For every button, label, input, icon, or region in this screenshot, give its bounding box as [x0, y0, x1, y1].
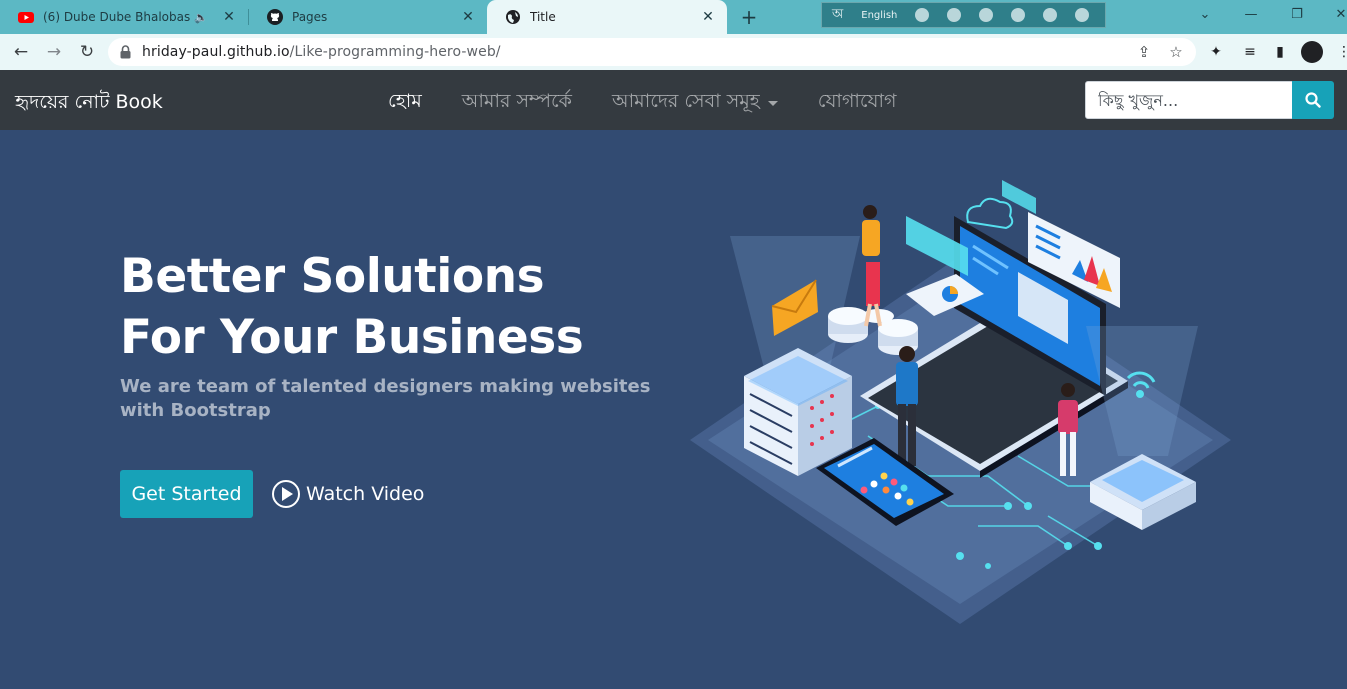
trophy-icon[interactable]: [947, 8, 962, 22]
browser-tab-title[interactable]: Title ✕: [487, 0, 727, 34]
back-arrow-icon[interactable]: ←: [9, 40, 33, 64]
url-host: hriday-paul.github.io: [142, 44, 290, 60]
url-text[interactable]: hriday-paul.github.io/Like-programming-h…: [142, 44, 501, 60]
close-tab-icon[interactable]: ✕: [459, 9, 477, 25]
nav-link-about[interactable]: আমার সম্পর্কে: [462, 87, 572, 119]
tab-search-chevron-icon[interactable]: ⌄: [1182, 0, 1228, 30]
bengali-letter-icon: অ: [832, 6, 844, 22]
side-panel-icon[interactable]: ▮: [1270, 42, 1290, 62]
globe-icon: [506, 10, 520, 24]
search-icon: [1305, 92, 1321, 108]
search-button[interactable]: [1292, 81, 1334, 119]
nav-link-label: আমাদের সেবা সমূহ: [611, 90, 760, 112]
site-brand[interactable]: হৃদয়ের নোট Book: [15, 88, 163, 120]
hero-subtitle: We are team of talented designers making…: [120, 376, 651, 421]
woman-figure-top: [862, 205, 882, 327]
nav-link-services[interactable]: আমাদের সেবা সমূহ: [612, 87, 778, 119]
hero-section: Better Solutions For Your Business We ar…: [0, 130, 1347, 689]
nav-link-home[interactable]: হোম: [388, 87, 422, 119]
browser-toolbar: ← → ↻ hriday-paul.github.io/Like-program…: [0, 34, 1347, 70]
site-navbar: হৃদয়ের নোট Book হোম আমার সম্পর্কে আমাদে…: [0, 70, 1347, 130]
nav-link-label: যোগাযোগ: [817, 90, 897, 112]
browser-tab-youtube[interactable]: (6) Dube Dube Bhalobasi | sl 🔈 ✕: [0, 0, 248, 34]
help-icon[interactable]: [1043, 8, 1058, 22]
nav-link-label: হোম: [388, 90, 422, 112]
nav-link-label: আমার সম্পর্কে: [461, 90, 572, 112]
nav-links: হোম আমার সম্পর্কে আমাদের সেবা সমূহ যোগায…: [388, 87, 936, 119]
tab-title: (6) Dube Dube Bhalobasi | sl: [43, 10, 191, 24]
play-circle-icon: [272, 480, 300, 508]
minimize-window-button[interactable]: —: [1228, 0, 1274, 30]
hero-illustration: [690, 180, 1231, 624]
profile-avatar[interactable]: [1301, 41, 1323, 63]
browser-icon[interactable]: [1011, 8, 1026, 22]
gear-icon[interactable]: [979, 8, 994, 22]
more-menu-icon[interactable]: ⋮: [1334, 42, 1347, 62]
browser-tab-strip: (6) Dube Dube Bhalobasi | sl 🔈 ✕ Pages ✕…: [0, 0, 1347, 34]
new-tab-button[interactable]: +: [737, 5, 761, 29]
media-controls-icon[interactable]: ≡: [1240, 42, 1260, 62]
hero-title: Better Solutions For Your Business: [120, 249, 584, 365]
bookmark-star-icon[interactable]: ☆: [1166, 43, 1186, 61]
language-label[interactable]: English: [861, 10, 897, 21]
watch-video-button[interactable]: Watch Video: [272, 480, 424, 508]
watch-video-label: Watch Video: [306, 483, 425, 505]
lock-icon[interactable]: [120, 45, 131, 59]
floating-small-panel: [1002, 180, 1036, 214]
keyboard-icon[interactable]: [915, 8, 930, 22]
get-started-button[interactable]: Get Started: [120, 470, 253, 518]
search-input[interactable]: [1085, 81, 1293, 119]
youtube-icon: [18, 12, 34, 23]
browser-tab-pages[interactable]: Pages ✕: [249, 0, 487, 34]
close-tab-icon[interactable]: ✕: [220, 9, 238, 25]
info-icon[interactable]: [1075, 8, 1090, 22]
url-path: /Like-programming-hero-web/: [289, 44, 501, 60]
tab-title: Pages: [292, 10, 328, 24]
speaker-mute-icon[interactable]: 🔈: [194, 11, 208, 24]
tab-title: Title: [530, 10, 556, 24]
share-icon[interactable]: ⇪: [1134, 43, 1154, 61]
forward-arrow-icon[interactable]: →: [42, 40, 66, 64]
close-tab-icon[interactable]: ✕: [699, 9, 717, 25]
cloud-icon: [966, 197, 1014, 230]
extensions-puzzle-icon[interactable]: ✦: [1206, 42, 1226, 62]
address-bar[interactable]: hriday-paul.github.io/Like-programming-h…: [108, 38, 1196, 66]
language-extension-bar[interactable]: অ English: [821, 2, 1106, 28]
restore-window-button[interactable]: ❐: [1274, 0, 1320, 30]
github-icon: [267, 9, 283, 25]
nav-link-contact[interactable]: যোগাযোগ: [818, 87, 897, 119]
chevron-down-icon: [767, 100, 778, 106]
reload-icon[interactable]: ↻: [75, 40, 99, 64]
close-window-button[interactable]: ✕: [1318, 0, 1347, 30]
